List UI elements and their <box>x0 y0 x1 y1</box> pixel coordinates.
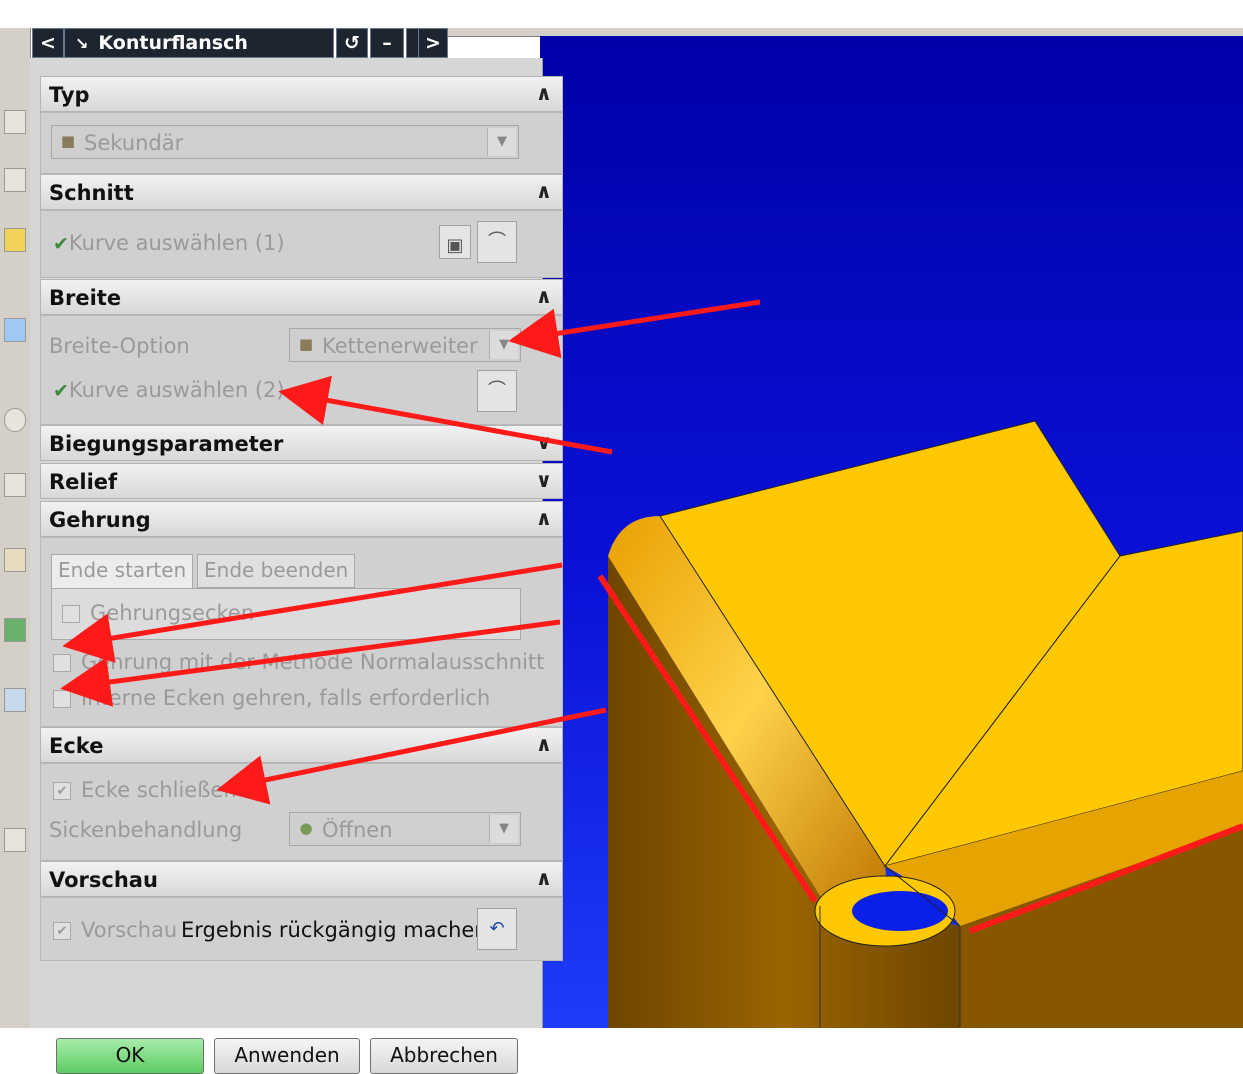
annotation-overlay <box>60 299 761 805</box>
annotation-arrow <box>508 299 761 359</box>
annotation-arrow <box>216 707 607 805</box>
ok-button[interactable]: OK <box>56 1038 204 1074</box>
annotation-arrow <box>278 375 613 455</box>
apply-button[interactable]: Anwenden <box>214 1038 360 1074</box>
cancel-button[interactable]: Abbrechen <box>370 1038 518 1074</box>
